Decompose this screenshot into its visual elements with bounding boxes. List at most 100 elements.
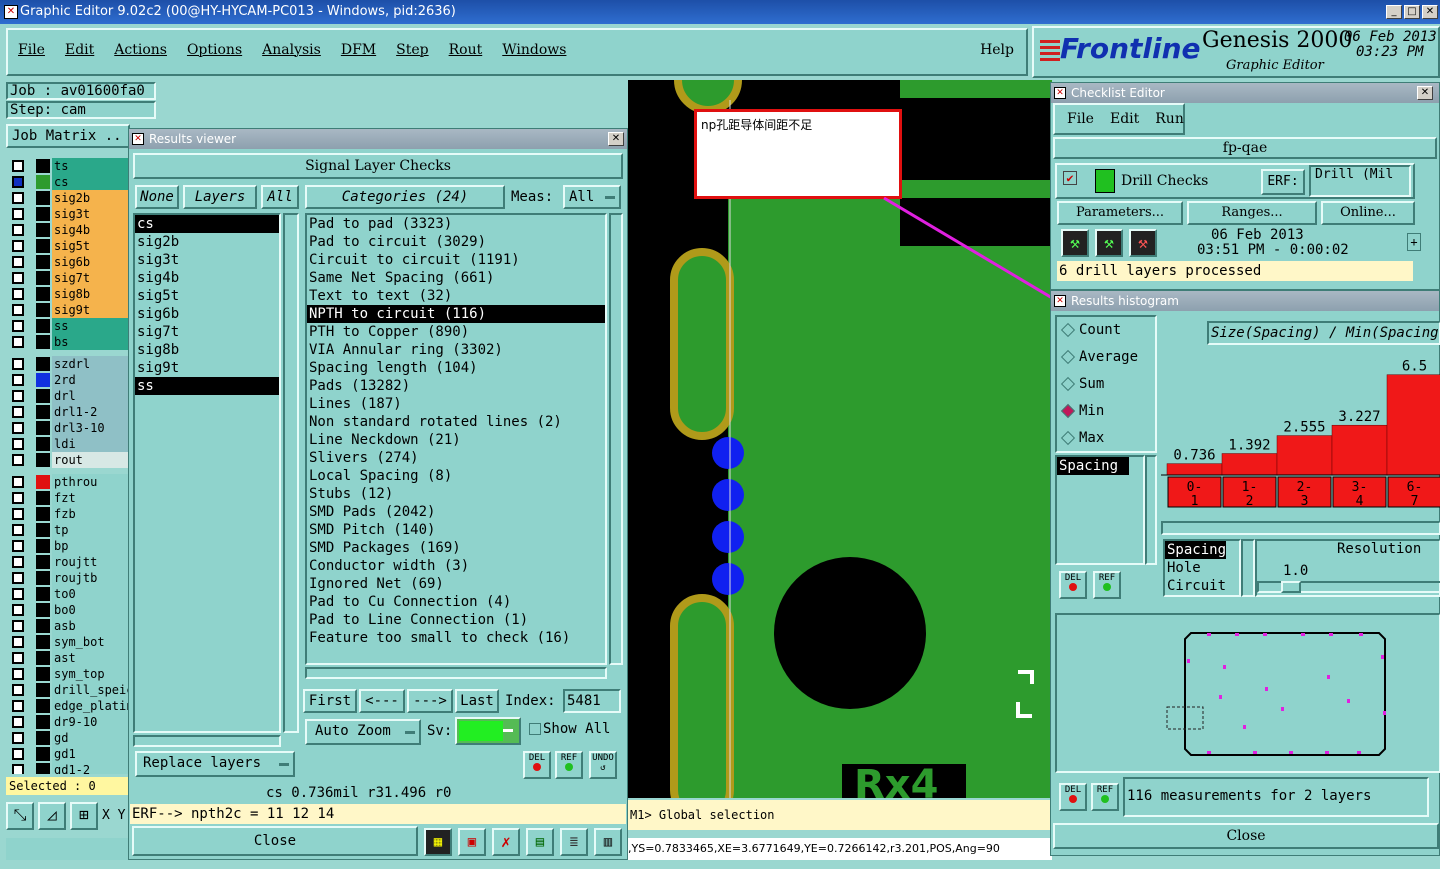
- layer-color-chip[interactable]: [36, 747, 50, 761]
- histogram-bar[interactable]: [1276, 435, 1333, 476]
- layer-color-chip[interactable]: [36, 635, 50, 649]
- layer-row[interactable]: asb: [8, 618, 136, 634]
- results-layer-item[interactable]: sig2b: [135, 233, 279, 251]
- layer-checkbox[interactable]: [12, 304, 24, 316]
- undo-button[interactable]: UNDO ↺: [589, 751, 617, 779]
- layer-color-chip[interactable]: [36, 319, 50, 333]
- results-layer-item[interactable]: sig4b: [135, 269, 279, 287]
- layer-color-chip[interactable]: [36, 523, 50, 537]
- show-all-checkbox[interactable]: [529, 723, 541, 735]
- layer-color-chip[interactable]: [36, 255, 50, 269]
- layer-row[interactable]: ldi: [8, 436, 136, 452]
- layer-checkbox[interactable]: [12, 668, 24, 680]
- layer-name[interactable]: drl3-10: [52, 420, 136, 436]
- layer-checkbox[interactable]: [12, 508, 24, 520]
- layer-color-chip[interactable]: [36, 437, 50, 451]
- histogram-option-sum[interactable]: Sum: [1057, 371, 1155, 398]
- layer-color-chip[interactable]: [36, 667, 50, 681]
- layer-checkbox[interactable]: [12, 604, 24, 616]
- layer-color-chip[interactable]: [36, 475, 50, 489]
- tool-select-icon[interactable]: ⤡: [6, 802, 34, 830]
- layer-color-chip[interactable]: [36, 389, 50, 403]
- parameters-button[interactable]: Parameters...: [1057, 201, 1183, 225]
- layer-checkbox[interactable]: [12, 540, 24, 552]
- layer-row[interactable]: fzb: [8, 506, 136, 522]
- slider-thumb[interactable]: [1281, 581, 1301, 593]
- layer-color-chip[interactable]: [36, 571, 50, 585]
- layer-checkbox[interactable]: [12, 406, 24, 418]
- layer-color-chip[interactable]: [36, 453, 50, 467]
- erf-value[interactable]: Drill (Mil: [1309, 165, 1411, 197]
- menu-options[interactable]: Options: [187, 42, 242, 58]
- layer-name[interactable]: sig7t: [52, 270, 136, 286]
- categories-scrollbar[interactable]: [609, 213, 623, 665]
- results-layer-item[interactable]: sig5t: [135, 287, 279, 305]
- layer-checkbox[interactable]: [12, 454, 24, 466]
- layer-checkbox[interactable]: [12, 732, 24, 744]
- layer-checkbox[interactable]: [12, 572, 24, 584]
- category-item[interactable]: Pad to pad (3323): [307, 215, 605, 233]
- layer-name[interactable]: to0: [52, 586, 136, 602]
- layer-row[interactable]: bo0: [8, 602, 136, 618]
- layer-checkbox[interactable]: [12, 700, 24, 712]
- layer-color-chip[interactable]: [36, 335, 50, 349]
- menu-actions[interactable]: Actions: [114, 42, 167, 58]
- layer-color-chip[interactable]: [36, 619, 50, 633]
- layer-row[interactable]: drl3-10: [8, 420, 136, 436]
- layer-name[interactable]: szdrl: [52, 356, 136, 372]
- histogram-icon[interactable]: ▥: [594, 828, 622, 856]
- histogram-bar[interactable]: [1221, 453, 1278, 476]
- layer-row[interactable]: rout: [8, 452, 136, 468]
- hist-ref-button-top[interactable]: REF: [1093, 571, 1121, 599]
- type-list-item[interactable]: Hole: [1165, 559, 1201, 577]
- category-item[interactable]: Pad to Line Connection (1): [307, 611, 605, 629]
- layer-checkbox[interactable]: [12, 764, 24, 774]
- layer-checkbox[interactable]: [12, 240, 24, 252]
- layer-checkbox[interactable]: [12, 476, 24, 488]
- layer-checkbox[interactable]: [12, 288, 24, 300]
- results-close-x[interactable]: ✕: [608, 132, 624, 146]
- layer-row[interactable]: drill_speica: [8, 682, 136, 698]
- menu-file[interactable]: File: [18, 42, 45, 58]
- layer-name[interactable]: ts: [52, 158, 136, 174]
- radio-icon[interactable]: [1060, 322, 1076, 338]
- radio-icon[interactable]: [1060, 403, 1076, 419]
- layer-name[interactable]: fzt: [52, 490, 136, 506]
- layer-row[interactable]: sym_top: [8, 666, 136, 682]
- layer-row[interactable]: szdrl: [8, 356, 136, 372]
- layer-row[interactable]: sig9t: [8, 302, 136, 318]
- layer-row[interactable]: 2rd: [8, 372, 136, 388]
- layer-row[interactable]: ts: [8, 158, 136, 174]
- layer-checkbox[interactable]: [12, 620, 24, 632]
- layer-checkbox[interactable]: [12, 492, 24, 504]
- layer-name[interactable]: bs: [52, 334, 136, 350]
- radio-icon[interactable]: [1060, 430, 1076, 446]
- layer-checkbox[interactable]: [12, 272, 24, 284]
- category-item[interactable]: Circuit to circuit (1191): [307, 251, 605, 269]
- layer-name[interactable]: sig4b: [52, 222, 136, 238]
- layer-color-chip[interactable]: [36, 507, 50, 521]
- layer-color-chip[interactable]: [36, 731, 50, 745]
- layer-checkbox[interactable]: [12, 224, 24, 236]
- category-item[interactable]: SMD Pads (2042): [307, 503, 605, 521]
- results-layer-item[interactable]: ss: [135, 377, 279, 395]
- hist-ref-button[interactable]: REF: [1091, 783, 1119, 811]
- layer-checkbox[interactable]: [12, 652, 24, 664]
- radio-icon[interactable]: [1060, 376, 1076, 392]
- category-item[interactable]: Stubs (12): [307, 485, 605, 503]
- auto-zoom-dropdown[interactable]: Auto Zoom: [305, 719, 421, 745]
- checklist-menu-run[interactable]: Run: [1155, 111, 1184, 127]
- layer-color-chip[interactable]: [36, 159, 50, 173]
- histogram-bar[interactable]: [1166, 463, 1223, 476]
- hist-del-button[interactable]: DEL: [1059, 783, 1087, 811]
- layer-name[interactable]: ldi: [52, 436, 136, 452]
- layer-color-chip[interactable]: [36, 223, 50, 237]
- histogram-chart[interactable]: 0.736 0-1 1.392 1-2 2.555 2-3 3.227 3-4 6.5 6-7: [1161, 347, 1440, 517]
- layer-checkbox[interactable]: [12, 374, 24, 386]
- layer-color-chip[interactable]: [36, 699, 50, 713]
- layer-color-chip[interactable]: [36, 287, 50, 301]
- layer-row[interactable]: drl1-2: [8, 404, 136, 420]
- layer-checkbox[interactable]: [12, 256, 24, 268]
- hist-del-button-top[interactable]: DEL: [1059, 571, 1087, 599]
- layer-name[interactable]: rout: [52, 452, 136, 468]
